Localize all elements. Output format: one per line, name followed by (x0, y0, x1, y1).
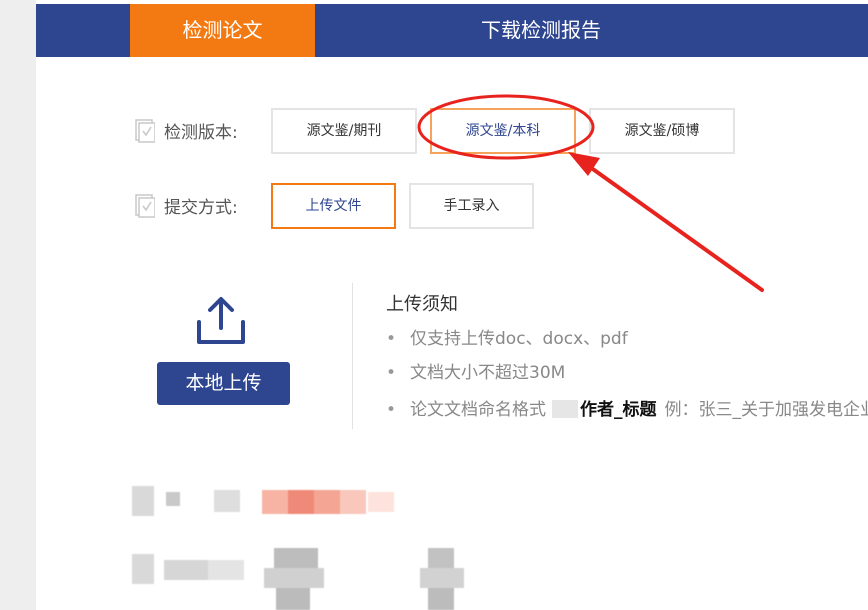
local-upload-button[interactable]: 本地上传 (157, 362, 290, 405)
bullet: • (386, 329, 397, 349)
notice-item-formats: • 仅支持上传doc、docx、pdf (386, 324, 628, 349)
tab-check-paper[interactable]: 检测论文 (130, 4, 315, 57)
notice-naming-example: 例：张三_关于加强发电企业 (664, 400, 868, 420)
redacted-area (128, 480, 464, 610)
bullet: • (386, 363, 397, 383)
notice-text: 仅支持上传doc、docx、pdf (410, 329, 628, 349)
bullet: • (386, 400, 397, 420)
upload-icon[interactable] (193, 296, 249, 346)
submit-option-upload-file[interactable]: 上传文件 (271, 183, 396, 229)
version-label: 检测版本: (164, 123, 238, 143)
notice-text: 文档大小不超过30M (410, 363, 566, 383)
checkbox-doc-icon (135, 194, 155, 218)
notice-naming-prefix: 论文文档命名格式 (410, 400, 546, 420)
version-option-journal[interactable]: 源文鉴/期刊 (271, 108, 417, 154)
submit-method-label: 提交方式: (164, 198, 238, 218)
checkbox-doc-icon (135, 119, 155, 143)
divider (352, 283, 353, 429)
version-option-masters-phd[interactable]: 源文鉴/硕博 (589, 108, 735, 154)
red-arrow-head (568, 152, 600, 176)
notice-item-size: • 文档大小不超过30M (386, 358, 565, 383)
notice-item-naming: • 论文文档命名格式 作者_标题 例：张三_关于加强发电企业 (386, 395, 868, 420)
red-arrow-annotation (588, 165, 764, 292)
tab-download-report[interactable]: 下载检测报告 (396, 4, 686, 57)
page-gutter (0, 0, 36, 610)
submit-option-manual-entry[interactable]: 手工录入 (409, 183, 534, 229)
redacted-block (552, 400, 578, 418)
version-option-undergrad[interactable]: 源文鉴/本科 (430, 108, 576, 154)
upload-notice-title: 上传须知 (386, 294, 458, 315)
notice-naming-format: 作者_标题 (580, 400, 657, 420)
tab-bar: 检测论文 下载检测报告 (36, 4, 868, 57)
